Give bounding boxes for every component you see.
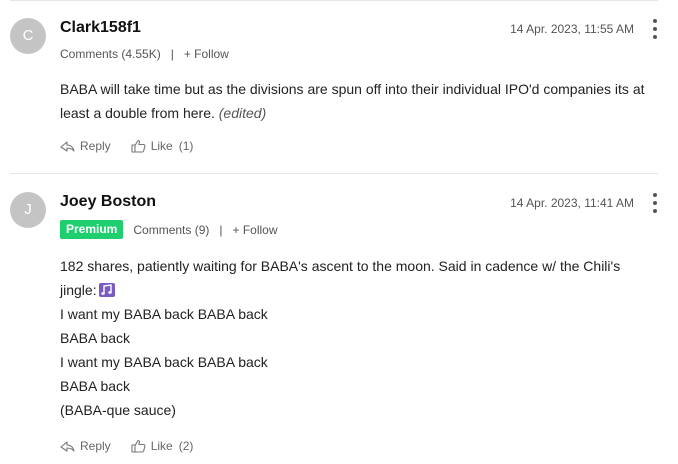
- like-label: Like: [150, 139, 173, 153]
- follow-button[interactable]: + Follow: [184, 47, 229, 61]
- musical-notes-icon: [98, 283, 115, 297]
- meta-separator: |: [170, 47, 174, 61]
- comment-body: 182 shares, patiently waiting for BABA's…: [60, 254, 660, 422]
- meta-separator: |: [219, 222, 223, 237]
- reply-button[interactable]: Reply: [60, 139, 111, 153]
- like-count: (2): [178, 439, 194, 453]
- comment-line: 182 shares, patiently waiting for BABA's…: [60, 258, 621, 274]
- comment-body: BABA will take time but as the divisions…: [60, 77, 660, 125]
- comment-actions: Reply Like (2): [60, 439, 193, 453]
- comment-item: C Clark158f1 14 Apr. 2023, 11:55 AM Comm…: [0, 0, 678, 173]
- like-button[interactable]: Like (2): [131, 439, 194, 453]
- more-vertical-icon[interactable]: [648, 193, 662, 213]
- thumbs-up-icon: [131, 139, 146, 153]
- reply-label: Reply: [80, 439, 111, 453]
- reply-arrow-icon: [60, 141, 75, 152]
- comment-line-text: jingle:: [60, 282, 97, 298]
- like-count: (1): [178, 139, 194, 153]
- reply-arrow-icon: [60, 441, 75, 452]
- timestamp: 14 Apr. 2023, 11:41 AM: [510, 196, 634, 210]
- username[interactable]: Clark158f1: [60, 19, 141, 37]
- reply-button[interactable]: Reply: [60, 439, 111, 453]
- comment-line: BABA back: [60, 378, 131, 394]
- premium-badge: Premium: [60, 220, 124, 239]
- avatar[interactable]: C: [10, 18, 46, 54]
- follow-button[interactable]: + Follow: [233, 223, 278, 237]
- comment-line: I want my BABA back BABA back: [60, 306, 268, 322]
- like-label: Like: [150, 439, 173, 453]
- comment-line: BABA back: [60, 330, 131, 346]
- comments-count[interactable]: Comments (9): [133, 223, 209, 237]
- comment-line: I want my BABA back BABA back: [60, 354, 268, 370]
- author-meta: Premium Comments (9) | + Follow: [60, 220, 278, 239]
- comments-count[interactable]: Comments (4.55K): [60, 47, 161, 61]
- comment-item: J Joey Boston 14 Apr. 2023, 11:41 AM Pre…: [0, 174, 678, 464]
- reply-label: Reply: [80, 139, 111, 153]
- thumbs-up-icon: [131, 439, 146, 453]
- edited-label: (edited): [218, 105, 267, 121]
- comment-actions: Reply Like (1): [60, 139, 193, 153]
- more-vertical-icon[interactable]: [648, 19, 662, 39]
- comment-line: jingle:: [60, 278, 660, 302]
- avatar[interactable]: J: [10, 192, 46, 228]
- author-meta: Comments (4.55K) | + Follow: [60, 47, 229, 61]
- username[interactable]: Joey Boston: [60, 193, 156, 211]
- comment-text: BABA will take time but as the divisions…: [60, 81, 645, 121]
- timestamp: 14 Apr. 2023, 11:55 AM: [510, 22, 634, 36]
- like-button[interactable]: Like (1): [131, 139, 194, 153]
- comment-line: (BABA-que sauce): [60, 402, 176, 418]
